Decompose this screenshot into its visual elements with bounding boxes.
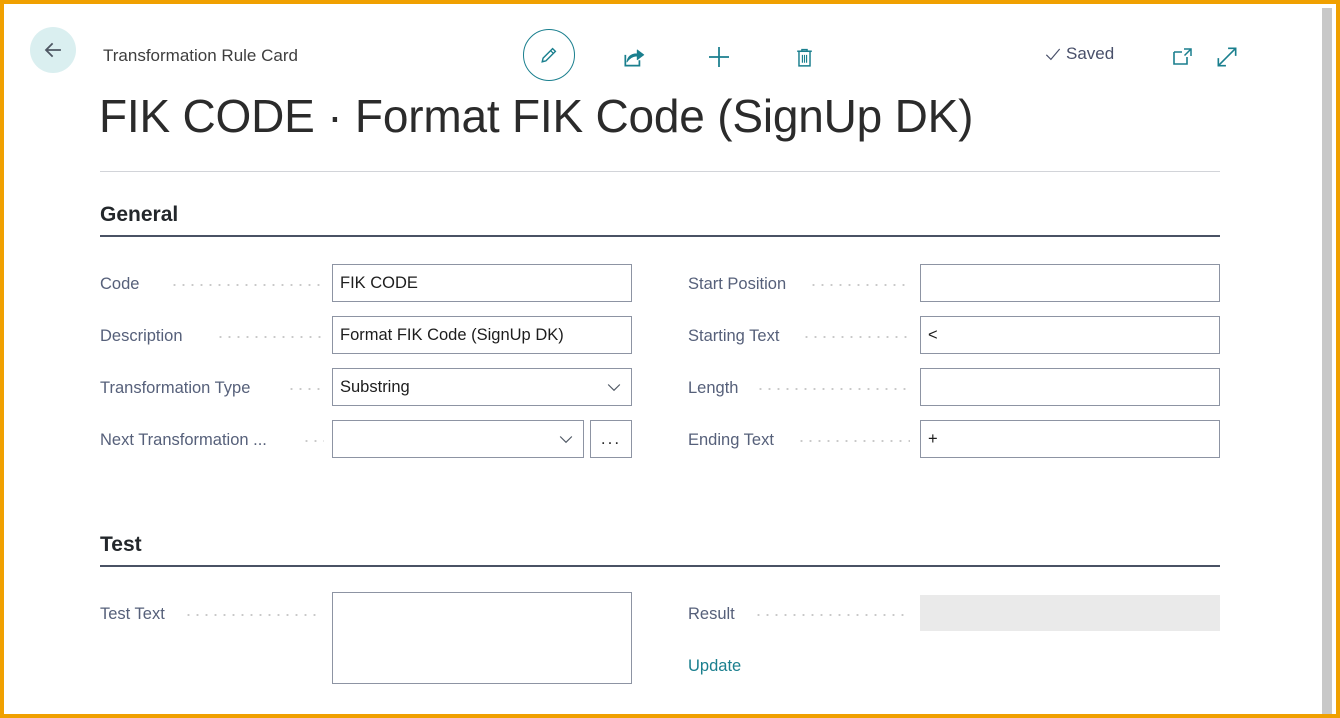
leader-dots (809, 284, 910, 286)
length-input[interactable] (920, 368, 1220, 406)
title-divider (100, 171, 1220, 172)
vertical-scrollbar-track[interactable] (1322, 8, 1332, 714)
leader-dots (184, 614, 322, 616)
plus-icon (709, 47, 729, 67)
result-field (920, 595, 1220, 631)
field-label-transformation-type: Transformation Type (100, 379, 251, 397)
ending-text-input[interactable] (920, 420, 1220, 458)
leader-dots (287, 388, 322, 390)
leader-dots (797, 440, 910, 442)
field-label-next-transformation: Next Transformation ... (100, 431, 267, 449)
field-label-test-text: Test Text (100, 605, 165, 623)
section-divider-general (100, 235, 1220, 237)
transformation-type-dropdown[interactable]: Substring (332, 368, 632, 406)
code-input[interactable] (332, 264, 632, 302)
leader-dots (754, 614, 910, 616)
description-input[interactable] (332, 316, 632, 354)
back-button[interactable] (30, 27, 76, 73)
back-arrow-icon (44, 42, 61, 58)
share-button[interactable] (617, 40, 651, 74)
section-heading-test: Test (100, 533, 142, 556)
expand-button[interactable] (1211, 41, 1243, 73)
share-icon (624, 49, 645, 67)
leader-dots (216, 336, 322, 338)
leader-dots (802, 336, 910, 338)
leader-dots (170, 284, 322, 286)
field-label-length: Length (688, 379, 739, 397)
test-text-textarea[interactable] (332, 592, 632, 684)
field-label-start-position: Start Position (688, 275, 787, 293)
checkmark-icon (1045, 48, 1061, 61)
chevron-down-icon (556, 429, 576, 449)
delete-button[interactable] (787, 40, 821, 74)
page-title: FIK CODE · Format FIK Code (SignUp DK) (99, 90, 974, 142)
transformation-type-value: Substring (340, 377, 410, 396)
start-position-input[interactable] (920, 264, 1220, 302)
breadcrumb[interactable]: Transformation Rule Card (103, 46, 298, 66)
section-heading-general: General (100, 203, 179, 226)
expand-diagonal-icon (1217, 47, 1237, 67)
field-label-description: Description (100, 327, 183, 345)
open-in-new-window-icon (1173, 48, 1192, 65)
field-label-starting-text: Starting Text (688, 327, 780, 345)
field-label-ending-text: Ending Text (688, 431, 774, 449)
leader-dots (302, 440, 324, 442)
trash-icon (796, 48, 812, 67)
starting-text-input[interactable] (920, 316, 1220, 354)
leader-dots (756, 388, 910, 390)
status-badge: Saved (1043, 44, 1114, 64)
next-transformation-lookup-button[interactable]: ... (590, 420, 632, 458)
open-in-new-window-button[interactable] (1166, 41, 1198, 73)
new-button[interactable] (702, 40, 736, 74)
business-central-card-window: Transformation Rule Card Saved FIK CODE … (0, 0, 1340, 718)
field-label-result: Result (688, 605, 735, 623)
command-bar: Transformation Rule Card Saved (8, 8, 1330, 88)
next-transformation-dropdown[interactable] (332, 420, 584, 458)
chevron-down-icon (604, 377, 624, 397)
pencil-icon (541, 47, 557, 63)
edit-button[interactable] (523, 29, 575, 81)
field-label-code: Code (100, 275, 140, 293)
section-divider-test (100, 565, 1220, 567)
update-link[interactable]: Update (688, 657, 741, 676)
saved-label: Saved (1066, 44, 1115, 63)
vertical-scrollbar-thumb[interactable] (1322, 8, 1332, 714)
